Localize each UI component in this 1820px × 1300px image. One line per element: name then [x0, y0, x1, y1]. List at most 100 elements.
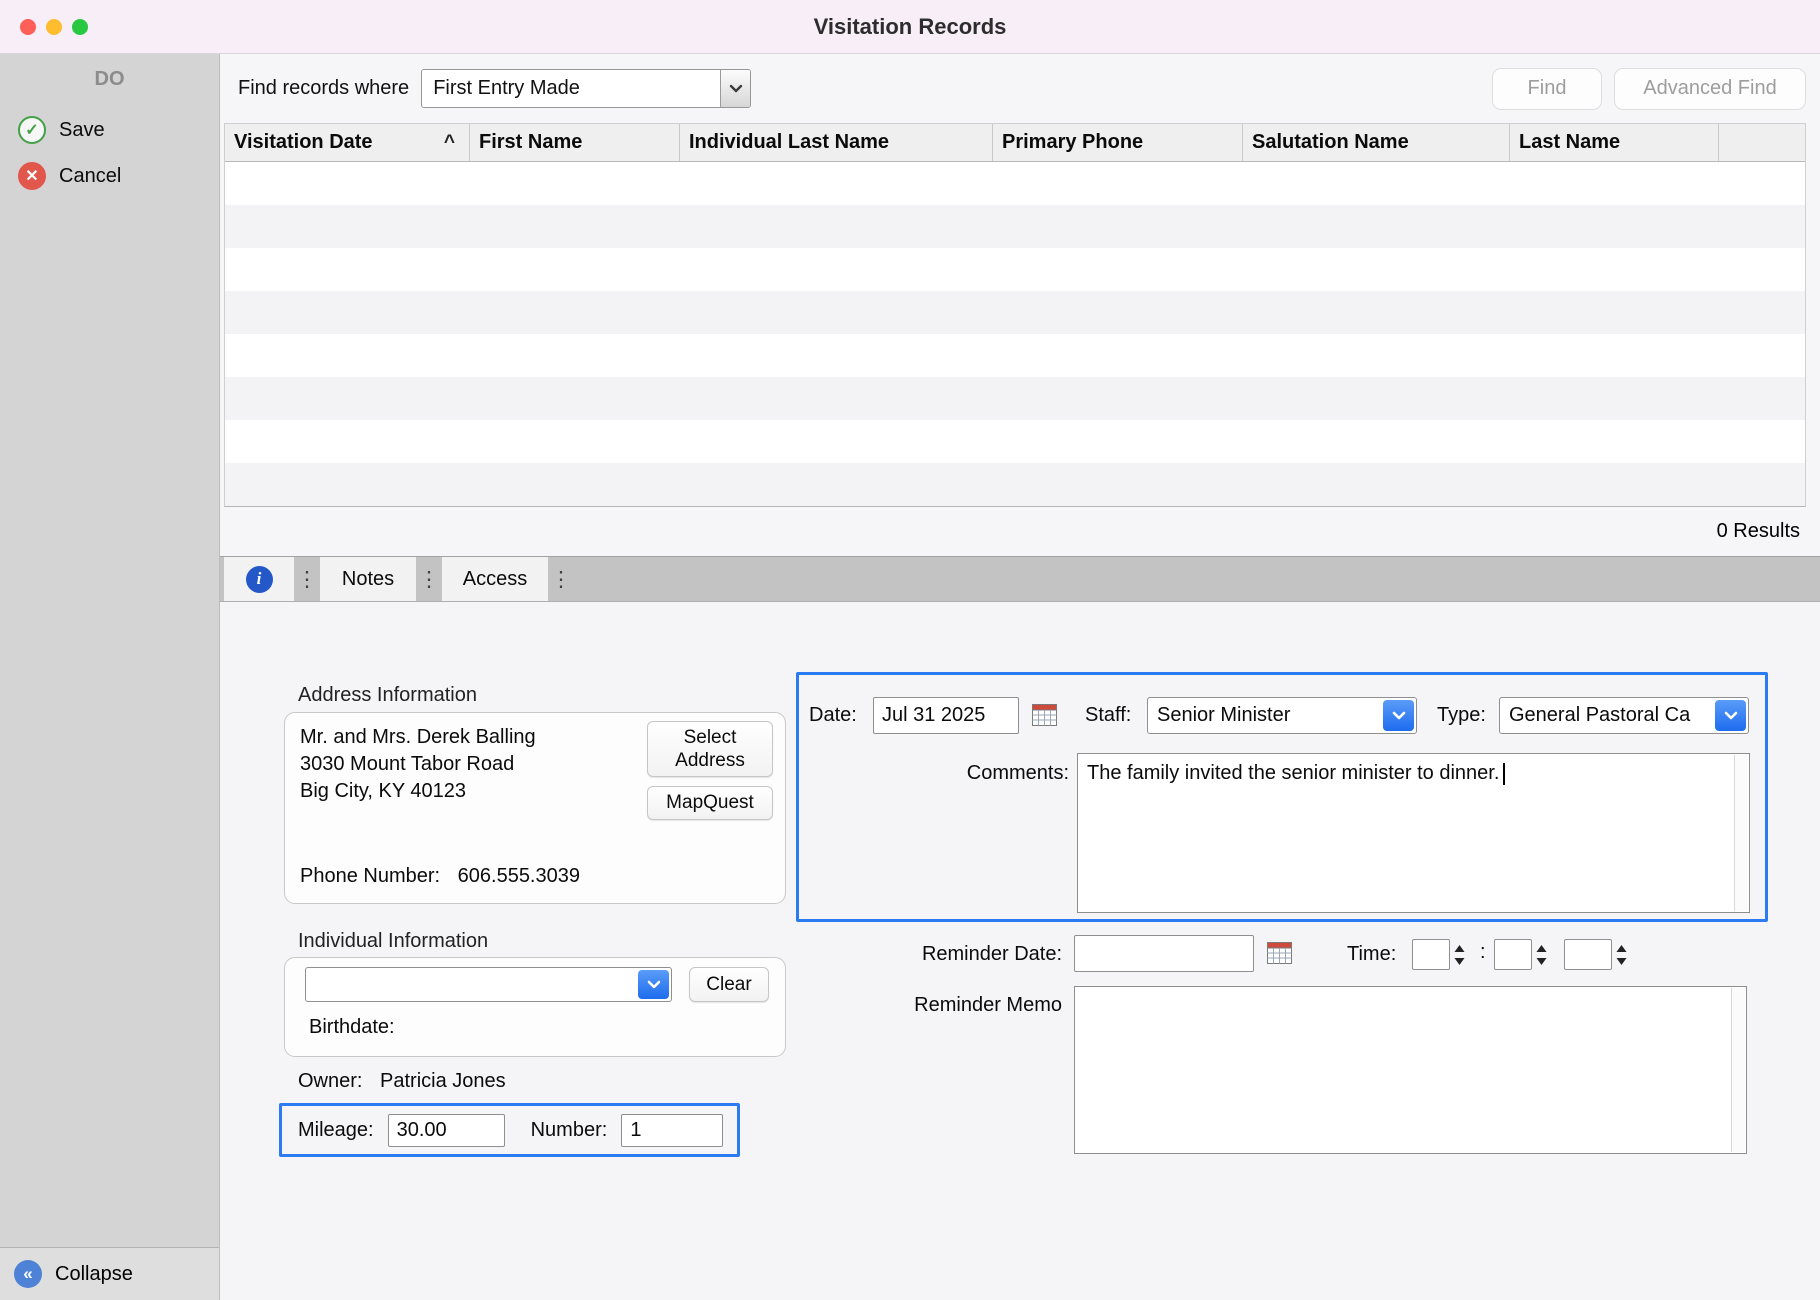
reminder-memo-label: Reminder Memo — [780, 994, 1062, 1017]
owner-label: Owner: — [298, 1070, 362, 1092]
titlebar: Visitation Records — [0, 0, 1820, 54]
chevron-down-icon — [1715, 700, 1746, 731]
tab-access-label: Access — [463, 568, 527, 591]
staff-select[interactable]: Senior Minister — [1147, 697, 1417, 734]
phone-number-label: Phone Number: — [300, 865, 440, 887]
column-header-first-name[interactable]: First Name — [470, 124, 680, 161]
time-ampm-stepper[interactable] — [1564, 939, 1628, 970]
find-records-where-label: Find records where — [238, 77, 409, 100]
collapse-button[interactable]: « Collapse — [0, 1247, 219, 1300]
find-field-selected-value: First Entry Made — [422, 77, 720, 100]
staff-label: Staff: — [1085, 704, 1131, 727]
time-ampm-input[interactable] — [1564, 939, 1612, 970]
zoom-window-button[interactable] — [72, 19, 88, 35]
tab-separator-handle[interactable]: ⋮ — [294, 557, 320, 601]
sort-ascending-icon: ^ — [444, 132, 455, 154]
time-minute-stepper[interactable] — [1494, 939, 1548, 970]
type-selected-value: General Pastoral Ca — [1500, 704, 1748, 727]
chevron-down-icon — [720, 70, 750, 107]
cancel-x-icon: ✕ — [18, 162, 46, 190]
birthdate-label: Birthdate: — [309, 1016, 395, 1038]
address-information-label: Address Information — [298, 684, 477, 707]
collapse-label: Collapse — [55, 1263, 133, 1286]
scrollbar-track[interactable] — [1734, 755, 1748, 911]
sidebar-spacer — [0, 199, 219, 1247]
close-window-button[interactable] — [20, 19, 36, 35]
table-body[interactable] — [225, 162, 1805, 506]
comments-textarea[interactable]: The family invited the senior minister t… — [1077, 753, 1750, 913]
phone-number-value: 606.555.3039 — [458, 865, 580, 887]
mapquest-button[interactable]: MapQuest — [647, 786, 773, 820]
time-hour-stepper[interactable] — [1412, 939, 1466, 970]
owner-value: Patricia Jones — [380, 1070, 506, 1092]
find-button[interactable]: Find — [1492, 68, 1602, 110]
text-cursor — [1503, 763, 1505, 785]
column-header-empty — [1719, 124, 1805, 161]
save-check-icon: ✓ — [18, 116, 46, 144]
save-label: Save — [59, 119, 105, 142]
date-label: Date: — [809, 704, 857, 727]
column-label: Visitation Date — [234, 131, 373, 154]
advanced-find-button[interactable]: Advanced Find — [1614, 68, 1806, 110]
birthdate-row: Birthdate: — [309, 1016, 395, 1039]
visit-date-input[interactable] — [873, 697, 1019, 734]
calendar-icon[interactable] — [1266, 939, 1293, 966]
window-controls — [0, 19, 88, 35]
column-label: First Name — [479, 131, 582, 154]
number-input[interactable] — [621, 1114, 723, 1147]
column-header-last-name[interactable]: Last Name — [1510, 124, 1719, 161]
stepper-arrows-icon[interactable] — [1615, 943, 1628, 967]
visit-highlight-box: Date: — [796, 672, 1768, 922]
info-icon: i — [246, 566, 273, 593]
clear-button[interactable]: Clear — [689, 967, 769, 1002]
visitation-records-window: Visitation Records DO ✓ Save ✕ Cancel « … — [0, 0, 1820, 1300]
sidebar-header: DO — [0, 54, 219, 107]
column-header-salutation-name[interactable]: Salutation Name — [1243, 124, 1510, 161]
column-header-primary-phone[interactable]: Primary Phone — [993, 124, 1243, 161]
scrollbar-track[interactable] — [1731, 988, 1745, 1152]
save-button[interactable]: ✓ Save — [0, 107, 219, 153]
cancel-button[interactable]: ✕ Cancel — [0, 153, 219, 199]
column-label: Primary Phone — [1002, 131, 1143, 154]
stepper-arrows-icon[interactable] — [1535, 943, 1548, 967]
cancel-label: Cancel — [59, 165, 121, 188]
individual-select[interactable] — [305, 967, 672, 1002]
collapse-chevrons-icon: « — [14, 1260, 42, 1288]
find-bar: Find records where First Entry Made Find… — [220, 54, 1820, 123]
calendar-icon[interactable] — [1031, 701, 1058, 728]
results-bar: 0 Results — [220, 507, 1820, 556]
tab-info[interactable]: i — [224, 557, 294, 601]
column-label: Individual Last Name — [689, 131, 889, 154]
column-header-individual-last-name[interactable]: Individual Last Name — [680, 124, 993, 161]
minimize-window-button[interactable] — [46, 19, 62, 35]
select-address-button[interactable]: Select Address — [647, 721, 773, 777]
mileage-input[interactable] — [388, 1114, 505, 1147]
tab-notes-label: Notes — [342, 568, 394, 591]
tab-separator-handle[interactable]: ⋮ — [548, 557, 574, 601]
stepper-arrows-icon[interactable] — [1453, 943, 1466, 967]
individual-information-label: Individual Information — [298, 930, 488, 953]
time-minute-input[interactable] — [1494, 939, 1532, 970]
tab-separator-handle[interactable]: ⋮ — [416, 557, 442, 601]
chevron-down-icon — [638, 970, 669, 999]
time-label: Time: — [1347, 943, 1396, 966]
reminder-date-label: Reminder Date: — [780, 943, 1062, 966]
comments-text: The family invited the senior minister t… — [1087, 762, 1499, 784]
mileage-highlight-box: Mileage: Number: — [279, 1103, 740, 1157]
sidebar: DO ✓ Save ✕ Cancel « Collapse — [0, 54, 220, 1300]
reminder-date-input[interactable] — [1074, 935, 1254, 972]
type-select[interactable]: General Pastoral Ca — [1499, 697, 1749, 734]
find-field-select[interactable]: First Entry Made — [421, 69, 751, 108]
staff-selected-value: Senior Minister — [1148, 704, 1416, 727]
column-label: Salutation Name — [1252, 131, 1409, 154]
tab-access[interactable]: Access — [442, 557, 548, 601]
time-separator: : — [1480, 941, 1486, 964]
time-hour-input[interactable] — [1412, 939, 1450, 970]
phone-number-row: Phone Number: 606.555.3039 — [300, 865, 580, 888]
number-label: Number: — [531, 1119, 608, 1142]
column-header-visitation-date[interactable]: Visitation Date ^ — [225, 124, 470, 161]
tab-notes[interactable]: Notes — [320, 557, 416, 601]
reminder-memo-textarea[interactable] — [1074, 986, 1747, 1154]
individual-information-box: Clear Birthdate: — [284, 957, 786, 1057]
results-count: 0 Results — [1717, 520, 1800, 543]
